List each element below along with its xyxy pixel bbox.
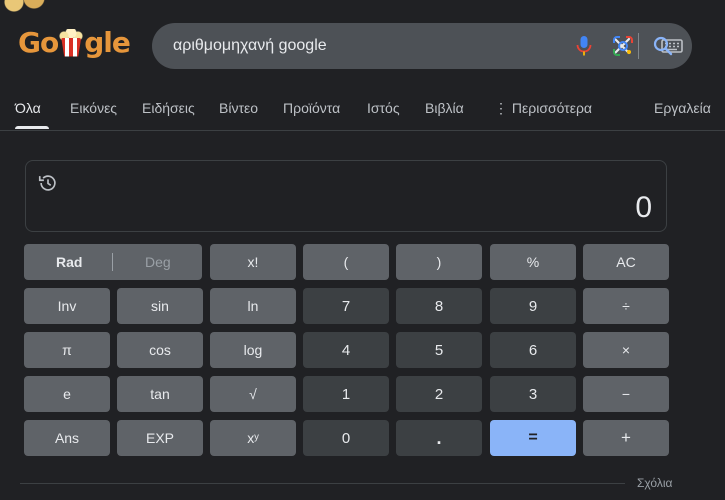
feedback-link[interactable]: Σχόλια <box>637 476 672 490</box>
ln-button[interactable]: ln <box>210 288 296 324</box>
log-button[interactable]: log <box>210 332 296 368</box>
deg-label: Deg <box>145 254 171 270</box>
digit-0-button[interactable]: 0 <box>303 420 389 456</box>
tab-more[interactable]: ⋮ Περισσότερα <box>494 100 592 117</box>
left-paren-button[interactable]: ( <box>303 244 389 280</box>
calculator-display: 0 <box>25 160 667 232</box>
logo-text-left: Go <box>18 26 59 59</box>
digit-5-button[interactable]: 5 <box>396 332 482 368</box>
tab-tools[interactable]: Εργαλεία <box>654 100 711 116</box>
percent-button[interactable]: % <box>490 244 576 280</box>
rad-deg-toggle[interactable]: Rad Deg <box>24 244 202 280</box>
equals-button[interactable]: = <box>490 420 576 456</box>
euler-e-button[interactable]: e <box>24 376 110 412</box>
search-input[interactable]: αριθμομηχανή google <box>173 37 327 55</box>
digit-6-button[interactable]: 6 <box>490 332 576 368</box>
exp-button[interactable]: EXP <box>117 420 203 456</box>
tab-shopping[interactable]: Προϊόντα <box>283 100 340 116</box>
lens-icon[interactable] <box>611 34 635 58</box>
active-tab-indicator <box>15 126 49 129</box>
doodle-decoration <box>0 0 60 20</box>
right-paren-button[interactable]: ) <box>396 244 482 280</box>
tab-news[interactable]: Ειδήσεις <box>142 100 195 116</box>
sin-button[interactable]: sin <box>117 288 203 324</box>
tab-books[interactable]: Βιβλία <box>425 100 464 116</box>
cos-button[interactable]: cos <box>117 332 203 368</box>
tab-images[interactable]: Εικόνες <box>70 100 117 116</box>
digit-1-button[interactable]: 1 <box>303 376 389 412</box>
google-doodle-logo[interactable]: Go gle <box>18 26 131 59</box>
calculator-result: 0 <box>635 191 652 224</box>
tab-all[interactable]: Όλα <box>15 100 41 116</box>
history-icon[interactable] <box>37 172 59 194</box>
rad-label: Rad <box>56 254 83 270</box>
tan-button[interactable]: tan <box>117 376 203 412</box>
popcorn-icon <box>59 28 84 57</box>
tab-videos[interactable]: Βίντεο <box>219 100 258 116</box>
logo-text-right: gle <box>84 26 131 59</box>
results-divider <box>20 483 625 484</box>
digit-2-button[interactable]: 2 <box>396 376 482 412</box>
inverse-button[interactable]: Inv <box>24 288 110 324</box>
search-divider <box>638 33 639 59</box>
power-button[interactable]: xʸ <box>210 420 296 456</box>
sqrt-button[interactable]: √ <box>210 376 296 412</box>
digit-4-button[interactable]: 4 <box>303 332 389 368</box>
decimal-point-button[interactable]: . <box>396 420 482 456</box>
multiply-button[interactable]: × <box>583 332 669 368</box>
search-icon[interactable] <box>651 34 675 58</box>
divide-button[interactable]: ÷ <box>583 288 669 324</box>
calculator-keypad: Rad Deg x! ( ) % AC Inv sin ln 7 8 9 ÷ π… <box>24 244 669 456</box>
digit-7-button[interactable]: 7 <box>303 288 389 324</box>
ans-button[interactable]: Ans <box>24 420 110 456</box>
plus-button[interactable]: + <box>583 420 669 456</box>
tab-web[interactable]: Ιστός <box>367 100 400 116</box>
rad-deg-separator <box>112 253 113 271</box>
voice-search-icon[interactable] <box>572 34 596 58</box>
all-clear-button[interactable]: AC <box>583 244 669 280</box>
digit-8-button[interactable]: 8 <box>396 288 482 324</box>
search-tabs: Όλα Εικόνες Ειδήσεις Βίντεο Προϊόντα Ιστ… <box>0 100 725 130</box>
digit-3-button[interactable]: 3 <box>490 376 576 412</box>
digit-9-button[interactable]: 9 <box>490 288 576 324</box>
factorial-button[interactable]: x! <box>210 244 296 280</box>
pi-button[interactable]: π <box>24 332 110 368</box>
minus-button[interactable]: − <box>583 376 669 412</box>
tabs-divider <box>0 130 725 131</box>
